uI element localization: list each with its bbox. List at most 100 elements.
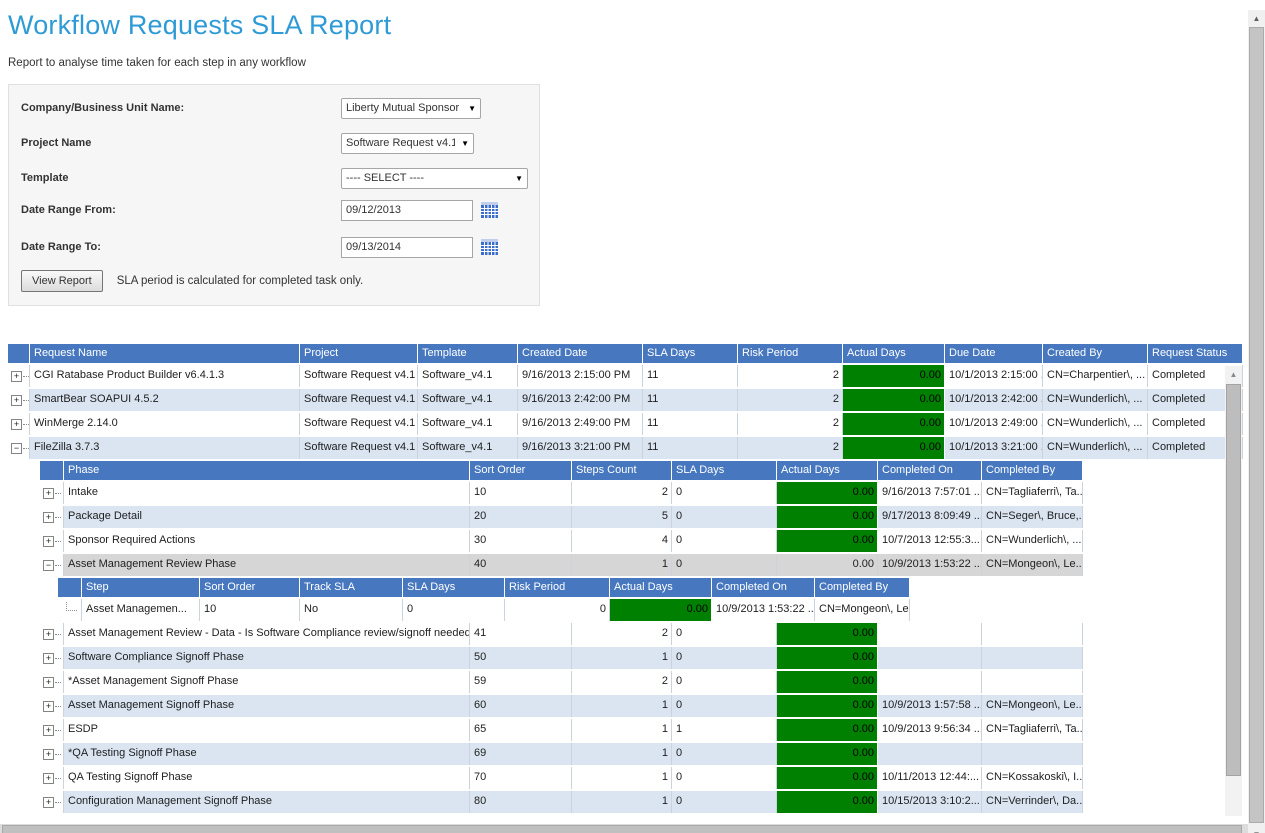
cell-actual-days: 0.00: [843, 437, 945, 459]
cell-steps-count: 2: [572, 623, 672, 645]
column-header-completed-on: Completed On: [712, 578, 815, 597]
expand-icon[interactable]: +: [40, 530, 64, 552]
cell-risk-period: 2: [738, 389, 843, 411]
cell-actual-days: 0.00: [777, 554, 878, 576]
date-from-label: Date Range From:: [21, 204, 341, 216]
cell-actual-days: 0.00: [777, 506, 878, 528]
project-select-value: Software Request v4.1: [346, 137, 455, 149]
cell-phase: Asset Management Review - Data - Is Soft…: [64, 623, 470, 645]
cell-request-name: SmartBear SOAPUI 4.5.2: [30, 389, 300, 411]
main-row[interactable]: +WinMerge 2.14.0Software Request v4.1Sof…: [8, 413, 1248, 435]
expand-icon[interactable]: +: [8, 365, 30, 387]
cell-actual-days: 0.00: [843, 389, 945, 411]
cell-sort-order: 59: [470, 671, 572, 693]
cell-sla-days: 0: [403, 599, 505, 621]
report-table-area: Request NameProjectTemplateCreated DateS…: [0, 344, 1248, 815]
main-row[interactable]: −FileZilla 3.7.3Software Request v4.1Sof…: [8, 437, 1248, 459]
cell-actual-days: 0.00: [843, 365, 945, 387]
phase-row[interactable]: −Asset Management Review Phase40100.0010…: [40, 554, 1248, 576]
expand-icon[interactable]: +: [40, 506, 64, 528]
calendar-icon[interactable]: [481, 239, 500, 256]
main-row[interactable]: +CGI Ratabase Product Builder v6.4.1.3So…: [8, 365, 1248, 387]
expand-icon[interactable]: +: [40, 482, 64, 504]
scroll-up-icon[interactable]: ▲: [1248, 10, 1265, 27]
cell-sort-order: 69: [470, 743, 572, 765]
cell-created-date: 9/16/2013 2:15:00 PM: [518, 365, 643, 387]
column-header-risk-period: Risk Period: [505, 578, 610, 597]
cell-completed-on: 10/15/2013 3:10:2...: [878, 791, 982, 813]
calendar-icon[interactable]: [481, 202, 500, 219]
main-row[interactable]: +SmartBear SOAPUI 4.5.2Software Request …: [8, 389, 1248, 411]
date-to-input[interactable]: [341, 237, 473, 258]
cell-created-by: CN=Wunderlich\, ...: [1043, 389, 1148, 411]
expand-icon[interactable]: +: [40, 647, 64, 669]
view-report-button[interactable]: View Report: [21, 270, 103, 292]
phase-row[interactable]: +Configuration Management Signoff Phase8…: [40, 791, 1248, 813]
report-vertical-scrollbar[interactable]: ▲: [1225, 366, 1242, 816]
cell-steps-count: 1: [572, 791, 672, 813]
collapse-icon[interactable]: −: [8, 437, 30, 459]
column-header-steps-count: Steps Count: [572, 461, 672, 480]
scroll-up-icon[interactable]: ▲: [1225, 366, 1242, 383]
company-select[interactable]: Liberty Mutual Sponsor ▼: [341, 98, 481, 119]
horizontal-scrollbar[interactable]: [0, 824, 1248, 833]
column-header-actual-days: Actual Days: [610, 578, 712, 597]
cell-due-date: 10/1/2013 2:42:00 ...: [945, 389, 1043, 411]
cell-steps-count: 1: [572, 743, 672, 765]
cell-completed-on: 9/17/2013 8:09:49 ...: [878, 506, 982, 528]
phase-row[interactable]: +Package Detail20500.009/17/2013 8:09:49…: [40, 506, 1248, 528]
phase-row[interactable]: +ESDP65110.0010/9/2013 9:56:34 ...CN=Tag…: [40, 719, 1248, 741]
filter-row-actions: View Report SLA period is calculated for…: [21, 268, 363, 294]
cell-project: Software Request v4.1: [300, 389, 418, 411]
phase-row[interactable]: +Asset Management Review - Data - Is Sof…: [40, 623, 1248, 645]
cell-project: Software Request v4.1: [300, 437, 418, 459]
cell-completed-on: [878, 671, 982, 693]
phase-row[interactable]: +*QA Testing Signoff Phase69100.00: [40, 743, 1248, 765]
cell-risk-period: 0: [505, 599, 610, 621]
cell-completed-on: 9/16/2013 7:57:01 ...: [878, 482, 982, 504]
column-header-project: Project: [300, 344, 418, 363]
horizontal-scrollbar-thumb[interactable]: [2, 825, 1242, 833]
scroll-down-icon[interactable]: ▼: [1248, 826, 1265, 833]
cell-completed-by: CN=Seger\, Bruce,...: [982, 506, 1083, 528]
cell-sort-order: 20: [470, 506, 572, 528]
collapse-icon[interactable]: −: [40, 554, 64, 576]
page-scrollbar-thumb[interactable]: [1249, 27, 1264, 823]
expand-icon[interactable]: +: [40, 695, 64, 717]
cell-sla-days: 0: [672, 506, 777, 528]
column-header-request-status: Request Status: [1148, 344, 1243, 363]
phase-row[interactable]: +*Asset Management Signoff Phase59200.00: [40, 671, 1248, 693]
main-table-header: Request NameProjectTemplateCreated DateS…: [8, 344, 1248, 363]
expand-column-header: [40, 461, 64, 480]
expand-icon[interactable]: +: [8, 413, 30, 435]
cell-due-date: 10/1/2013 2:15:00 ...: [945, 365, 1043, 387]
expand-icon[interactable]: +: [40, 743, 64, 765]
step-row[interactable]: Asset Managemen...10No000.0010/9/2013 1:…: [58, 599, 1248, 621]
template-select[interactable]: ---- SELECT ---- ▼: [341, 168, 528, 189]
expand-icon[interactable]: +: [40, 623, 64, 645]
report-scrollbar-thumb[interactable]: [1226, 384, 1241, 776]
project-select[interactable]: Software Request v4.1 ▼: [341, 133, 474, 154]
cell-completed-by: CN=Mongeon\, Le...: [982, 554, 1083, 576]
phase-row[interactable]: +Intake10200.009/16/2013 7:57:01 ...CN=T…: [40, 482, 1248, 504]
page-vertical-scrollbar[interactable]: ▲ ▼: [1248, 10, 1265, 833]
page-title: Workflow Requests SLA Report: [8, 10, 1265, 41]
expand-icon[interactable]: +: [40, 767, 64, 789]
expand-icon[interactable]: +: [40, 791, 64, 813]
cell-completed-on: 10/11/2013 12:44:...: [878, 767, 982, 789]
expand-icon[interactable]: +: [40, 671, 64, 693]
phase-row[interactable]: +QA Testing Signoff Phase70100.0010/11/2…: [40, 767, 1248, 789]
cell-steps-count: 1: [572, 767, 672, 789]
filter-row-project: Project Name Software Request v4.1 ▼: [21, 132, 474, 154]
phase-row[interactable]: +Sponsor Required Actions30400.0010/7/20…: [40, 530, 1248, 552]
phase-row[interactable]: +Asset Management Signoff Phase60100.001…: [40, 695, 1248, 717]
expand-icon[interactable]: +: [8, 389, 30, 411]
cell-completed-by: CN=Verrinder\, Da...: [982, 791, 1083, 813]
cell-sort-order: 41: [470, 623, 572, 645]
cell-actual-days: 0.00: [777, 743, 878, 765]
date-from-input[interactable]: [341, 200, 473, 221]
expand-icon[interactable]: +: [40, 719, 64, 741]
column-header-created-date: Created Date: [518, 344, 643, 363]
phase-row[interactable]: +Software Compliance Signoff Phase50100.…: [40, 647, 1248, 669]
cell-created-date: 9/16/2013 3:21:00 PM: [518, 437, 643, 459]
